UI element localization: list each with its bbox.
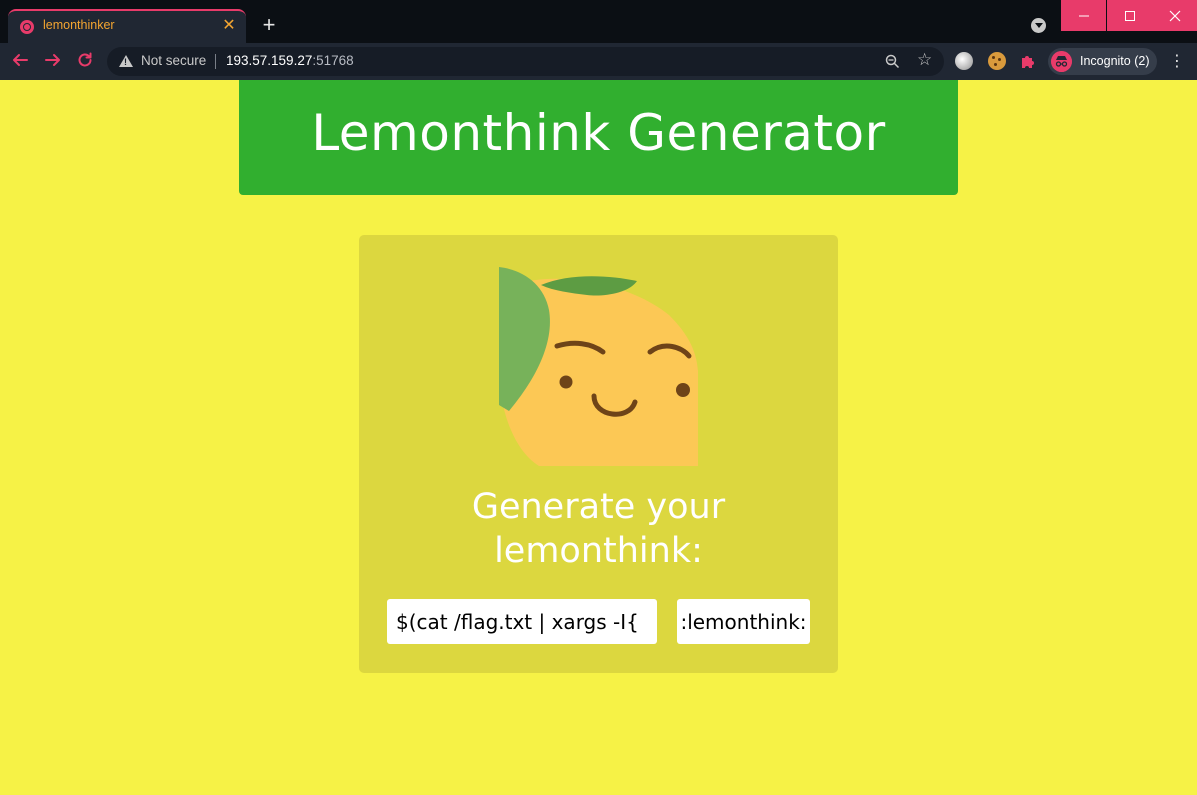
bookmark-star-icon[interactable]: ☆ <box>917 50 932 70</box>
extension-globe-icon[interactable] <box>955 52 973 70</box>
arrow-right-icon <box>45 54 60 66</box>
tab-close-icon[interactable]: ✕ <box>220 16 238 34</box>
generator-card: Generate your lemonthink: :lemonthink: <box>359 235 838 673</box>
page-header: Lemonthink Generator <box>239 80 958 195</box>
card-heading: Generate your lemonthink: <box>359 485 838 573</box>
address-bar[interactable]: Not secure 193.57.159.27:51768 ☆ <box>107 47 944 76</box>
minimize-button[interactable] <box>1061 0 1106 31</box>
cookie-icon[interactable] <box>988 52 1006 70</box>
browser-tab[interactable]: lemonthinker ✕ <box>8 9 246 43</box>
reload-button[interactable] <box>74 51 96 73</box>
browser-toolbar: Not secure 193.57.159.27:51768 ☆ Incogni… <box>0 43 1197 80</box>
tab-search-icon[interactable] <box>1031 18 1046 33</box>
lemonthink-submit-button[interactable]: :lemonthink: <box>677 599 810 644</box>
back-button[interactable] <box>9 51 31 73</box>
maximize-icon <box>1124 10 1135 21</box>
lemonthink-input[interactable] <box>387 599 657 644</box>
globe-icon <box>20 20 34 34</box>
minimize-icon <box>1078 15 1089 17</box>
warning-icon <box>119 55 133 67</box>
profile-label: Incognito (2) <box>1080 54 1150 68</box>
url-text[interactable]: 193.57.159.27:51768 <box>226 53 354 68</box>
zoom-out-icon[interactable] <box>885 54 900 69</box>
page-body: Lemonthink Generator Generate your lemon… <box>0 80 1197 795</box>
omnibox-divider <box>215 54 216 69</box>
reload-icon <box>78 52 92 67</box>
card-heading-line-1: Generate your <box>471 487 726 527</box>
close-icon <box>1169 10 1180 22</box>
page-title: Lemonthink Generator <box>311 104 886 162</box>
maximize-button[interactable] <box>1107 0 1152 31</box>
forward-button[interactable] <box>42 51 64 73</box>
security-label[interactable]: Not secure <box>141 53 206 68</box>
incognito-icon <box>1051 51 1072 72</box>
tab-title: lemonthinker <box>43 18 115 32</box>
card-heading-line-2: lemonthink: <box>494 531 703 571</box>
new-tab-button[interactable]: + <box>258 14 280 36</box>
lemon-mascot-image <box>499 267 698 466</box>
close-window-button[interactable] <box>1152 0 1197 31</box>
puzzle-icon[interactable] <box>1019 52 1037 70</box>
url-host: 193.57.159.27 <box>226 53 313 68</box>
url-port: :51768 <box>312 53 354 68</box>
incognito-profile-button[interactable]: Incognito (2) <box>1048 48 1157 75</box>
arrow-left-icon <box>13 54 28 66</box>
browser-titlebar: lemonthinker ✕ + <box>0 0 1197 43</box>
kebab-menu-icon[interactable]: ⋮ <box>1169 51 1185 71</box>
